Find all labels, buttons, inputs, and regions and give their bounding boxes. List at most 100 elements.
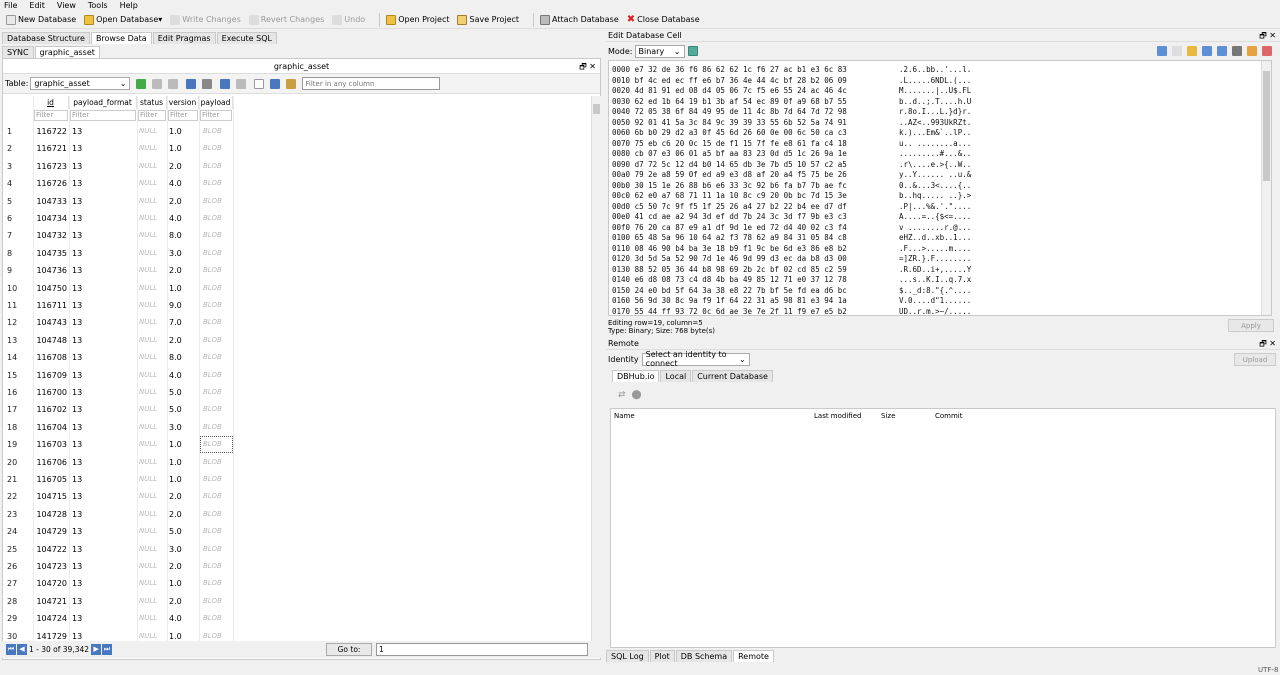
cell-id[interactable]: 104748 <box>35 336 67 345</box>
row-number[interactable]: 2 <box>7 144 12 153</box>
cell-version[interactable]: 1.0 <box>169 144 182 153</box>
cell-id[interactable]: 104736 <box>35 266 67 275</box>
color-icon[interactable] <box>286 78 297 89</box>
cell-payload[interactable]: BLOB <box>203 388 222 396</box>
table-row[interactable]: 19 116703 13 NULL 1.0 BLOB <box>3 436 243 454</box>
auto-switch-icon[interactable] <box>687 46 698 56</box>
tab-graphic-asset[interactable]: graphic_asset <box>34 46 100 58</box>
row-number[interactable]: 28 <box>7 597 17 606</box>
table-row[interactable]: 2 116721 13 NULL 1.0 BLOB <box>3 140 243 157</box>
column-header-name[interactable]: Name <box>614 412 635 420</box>
cell-payload[interactable]: BLOB <box>203 144 222 152</box>
table-row[interactable]: 6 104734 13 NULL 4.0 BLOB <box>3 210 243 227</box>
table-row[interactable]: 7 104732 13 NULL 8.0 BLOB <box>3 227 243 244</box>
cell-payload[interactable]: BLOB <box>203 353 222 361</box>
cell-payload-format[interactable]: 13 <box>72 284 82 293</box>
cell-id[interactable]: 116722 <box>35 127 67 136</box>
new-database-button[interactable]: New Database <box>6 14 76 25</box>
column-header-last-modified[interactable]: Last modified <box>814 412 861 420</box>
cell-status[interactable]: NULL <box>139 405 157 413</box>
row-number[interactable]: 24 <box>7 527 17 536</box>
cell-payload[interactable]: BLOB <box>203 405 222 413</box>
clear-icon[interactable] <box>1247 46 1257 56</box>
clear-filters-icon[interactable] <box>152 78 163 89</box>
sort-icon[interactable] <box>168 78 179 89</box>
cell-version[interactable]: 1.0 <box>169 440 182 449</box>
cell-id[interactable]: 116711 <box>35 301 67 310</box>
row-number[interactable]: 29 <box>7 614 17 623</box>
scroll-thumb[interactable] <box>593 104 600 114</box>
table-row[interactable]: 28 104721 13 NULL 2.0 BLOB <box>3 593 243 610</box>
cell-status[interactable]: NULL <box>139 597 157 605</box>
tab-local[interactable]: Local <box>660 370 692 382</box>
cell-version[interactable]: 4.0 <box>169 371 182 380</box>
cell-payload[interactable]: BLOB <box>203 162 222 170</box>
indent-icon[interactable] <box>1172 46 1182 56</box>
cell-version[interactable]: 4.0 <box>169 614 182 623</box>
cell-status[interactable]: NULL <box>139 266 157 274</box>
save-project-button[interactable]: Save Project <box>457 14 519 25</box>
refresh-icon[interactable] <box>136 78 147 89</box>
delete-record-icon[interactable] <box>236 78 247 89</box>
cell-payload[interactable]: BLOB <box>203 371 222 379</box>
row-number[interactable]: 16 <box>7 388 17 397</box>
cell-payload-format[interactable]: 13 <box>72 336 82 345</box>
cell-status[interactable]: NULL <box>139 336 157 344</box>
table-row[interactable]: 10 104750 13 NULL 1.0 BLOB <box>3 280 243 297</box>
cell-version[interactable]: 1.0 <box>169 284 182 293</box>
cell-payload-format[interactable]: 13 <box>72 266 82 275</box>
row-number[interactable]: 4 <box>7 179 12 188</box>
cell-payload-format[interactable]: 13 <box>72 144 82 153</box>
table-row[interactable]: 14 116708 13 NULL 8.0 BLOB <box>3 349 243 366</box>
cell-status[interactable]: NULL <box>139 388 157 396</box>
menu-help[interactable]: Help <box>120 1 138 10</box>
write-changes-button[interactable]: Write Changes <box>170 14 241 25</box>
cell-version[interactable]: 9.0 <box>169 301 182 310</box>
undo-button[interactable]: Undo <box>332 14 365 25</box>
goto-button[interactable]: Go to: <box>326 643 373 656</box>
revert-changes-button[interactable]: Revert Changes <box>248 14 324 25</box>
column-header-size[interactable]: Size <box>881 412 895 420</box>
cell-payload-format[interactable]: 13 <box>72 197 82 206</box>
export-icon[interactable] <box>1202 46 1212 56</box>
column-header-status[interactable]: status <box>137 96 167 109</box>
cell-id[interactable]: 104721 <box>35 597 67 606</box>
cell-id[interactable]: 104724 <box>35 614 67 623</box>
column-header-version[interactable]: version <box>167 96 199 109</box>
cell-version[interactable]: 1.0 <box>169 127 182 136</box>
row-number[interactable]: 25 <box>7 545 17 554</box>
cell-status[interactable]: NULL <box>139 162 157 170</box>
close-database-button[interactable]: ✖ Close Database <box>627 14 700 25</box>
cell-status[interactable]: NULL <box>139 214 157 222</box>
cell-status[interactable]: NULL <box>139 632 157 640</box>
cell-id[interactable]: 116706 <box>35 458 67 467</box>
row-number[interactable]: 26 <box>7 562 17 571</box>
cell-status[interactable]: NULL <box>139 301 157 309</box>
cell-version[interactable]: 1.0 <box>169 475 182 484</box>
cell-status[interactable]: NULL <box>139 144 157 152</box>
row-number[interactable]: 6 <box>7 214 12 223</box>
cell-payload[interactable]: BLOB <box>203 632 222 640</box>
cell-id[interactable]: 104723 <box>35 562 67 571</box>
cell-payload[interactable]: BLOB <box>203 475 222 483</box>
table-row[interactable]: 22 104715 13 NULL 2.0 BLOB <box>3 488 243 505</box>
column-header-payload[interactable]: payload <box>199 96 233 109</box>
cell-version[interactable]: 3.0 <box>169 423 182 432</box>
cell-version[interactable]: 8.0 <box>169 353 182 362</box>
cell-version[interactable]: 4.0 <box>169 214 182 223</box>
row-number[interactable]: 23 <box>7 510 17 519</box>
filter-version[interactable]: Filter <box>168 110 198 121</box>
row-number[interactable]: 3 <box>7 162 12 171</box>
column-header-commit[interactable]: Commit <box>935 412 963 420</box>
cell-id[interactable]: 104733 <box>35 197 67 206</box>
row-number[interactable]: 7 <box>7 231 12 240</box>
tab-browse-data[interactable]: Browse Data <box>90 32 152 44</box>
cell-payload-format[interactable]: 13 <box>72 179 82 188</box>
cell-payload-format[interactable]: 13 <box>72 162 82 171</box>
cell-version[interactable]: 1.0 <box>169 579 182 588</box>
cell-payload-format[interactable]: 13 <box>72 475 82 484</box>
cell-payload-format[interactable]: 13 <box>72 318 82 327</box>
apply-button[interactable]: Apply <box>1228 319 1274 332</box>
hex-scrollbar[interactable] <box>1261 61 1271 315</box>
cell-status[interactable]: NULL <box>139 562 157 570</box>
